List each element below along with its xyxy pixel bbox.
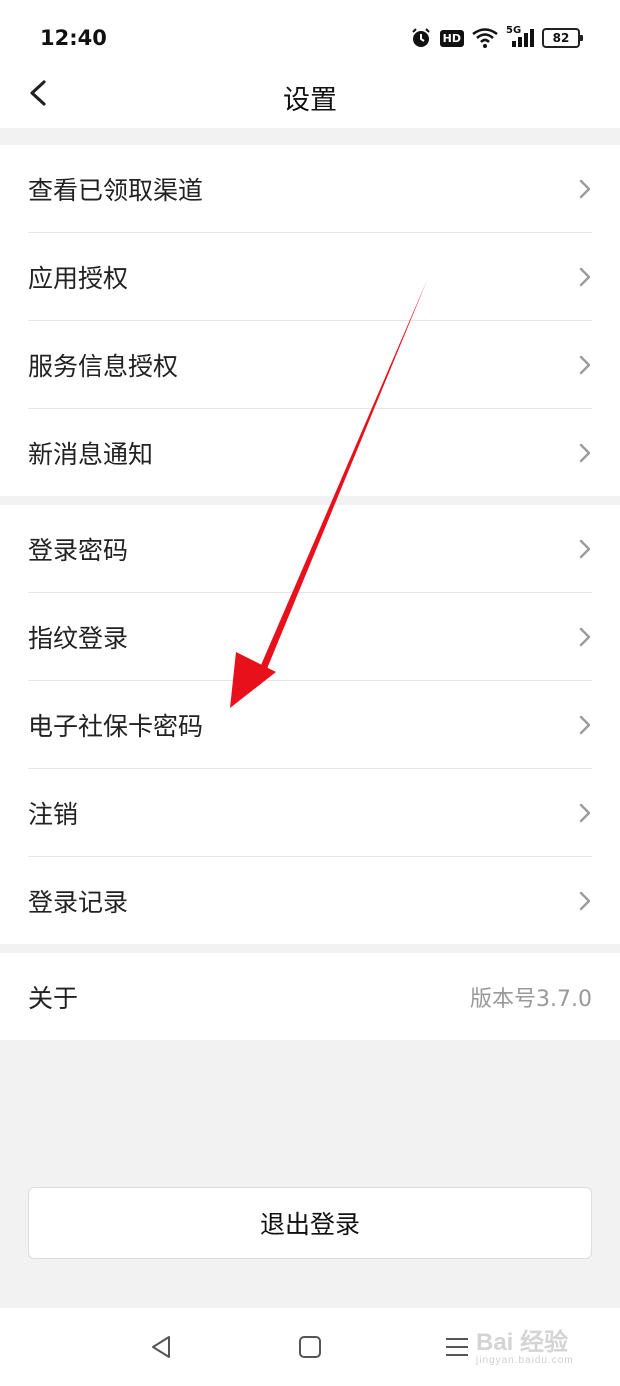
version-number: 版本号3.7.0 [470,986,592,1012]
row-label: 应用授权 [28,263,129,293]
row-label: 关于 [28,983,79,1013]
chevron-right-icon [579,443,591,462]
wifi-icon [472,28,498,48]
settings-row-cancel-account[interactable]: 注销 [28,769,592,857]
chevron-right-icon [579,891,591,910]
baidu-jingyan-watermark: Bai 经验 jingyan.baidu.com [476,1322,574,1366]
settings-row-new-message-notification[interactable]: 新消息通知 [28,409,592,496]
chevron-right-icon [579,627,591,646]
hd-icon: HD [439,29,464,47]
watermark-url: jingyan.baidu.com [476,1355,574,1366]
row-label: 新消息通知 [28,439,154,469]
settings-row-claimed-channels[interactable]: 查看已领取渠道 [28,145,592,233]
row-label: 服务信息授权 [28,351,179,381]
chevron-right-icon [579,539,591,558]
status-icons: HD 5G 82 [410,24,583,52]
nav-home-icon[interactable] [295,1332,325,1362]
row-label: 电子社保卡密码 [28,711,204,741]
settings-group-1: 查看已领取渠道 应用授权 服务信息授权 新消息通知 [0,145,620,496]
settings-group-2: 登录密码 指纹登录 电子社保卡密码 注销 登录记录 [0,505,620,944]
chevron-right-icon [579,355,591,374]
chevron-right-icon [579,803,591,822]
logout-button[interactable]: 退出登录 [28,1187,592,1259]
alarm-icon [411,28,430,47]
settings-row-service-info-authorization[interactable]: 服务信息授权 [28,321,592,409]
status-time: 12:40 [40,26,107,50]
settings-row-social-security-card-password[interactable]: 电子社保卡密码 [28,681,592,769]
row-label: 查看已领取渠道 [28,175,204,205]
status-bar: 12:40 HD 5G 82 [0,0,620,76]
settings-row-app-authorization[interactable]: 应用授权 [28,233,592,321]
row-label: 登录记录 [28,887,129,917]
chevron-right-icon [579,715,591,734]
cellular-signal-icon: 5G [506,25,534,49]
battery-icon: 82 [542,28,583,48]
settings-row-login-password[interactable]: 登录密码 [28,505,592,593]
settings-row-fingerprint-login[interactable]: 指纹登录 [28,593,592,681]
settings-group-about: 关于 版本号3.7.0 [0,953,620,1040]
settings-row-about[interactable]: 关于 版本号3.7.0 [28,953,592,1040]
row-label: 注销 [28,799,79,829]
chevron-right-icon [579,267,591,286]
watermark-brand: Bai 经验 [476,1329,569,1356]
page-title: 设置 [283,85,337,116]
row-label: 登录密码 [28,535,129,565]
nav-bar: 设置 [0,76,620,128]
nav-menu-icon[interactable] [442,1332,472,1362]
chevron-right-icon [579,179,591,198]
settings-row-login-records[interactable]: 登录记录 [28,857,592,944]
row-label: 指纹登录 [28,623,129,653]
nav-back-icon[interactable] [147,1332,177,1362]
